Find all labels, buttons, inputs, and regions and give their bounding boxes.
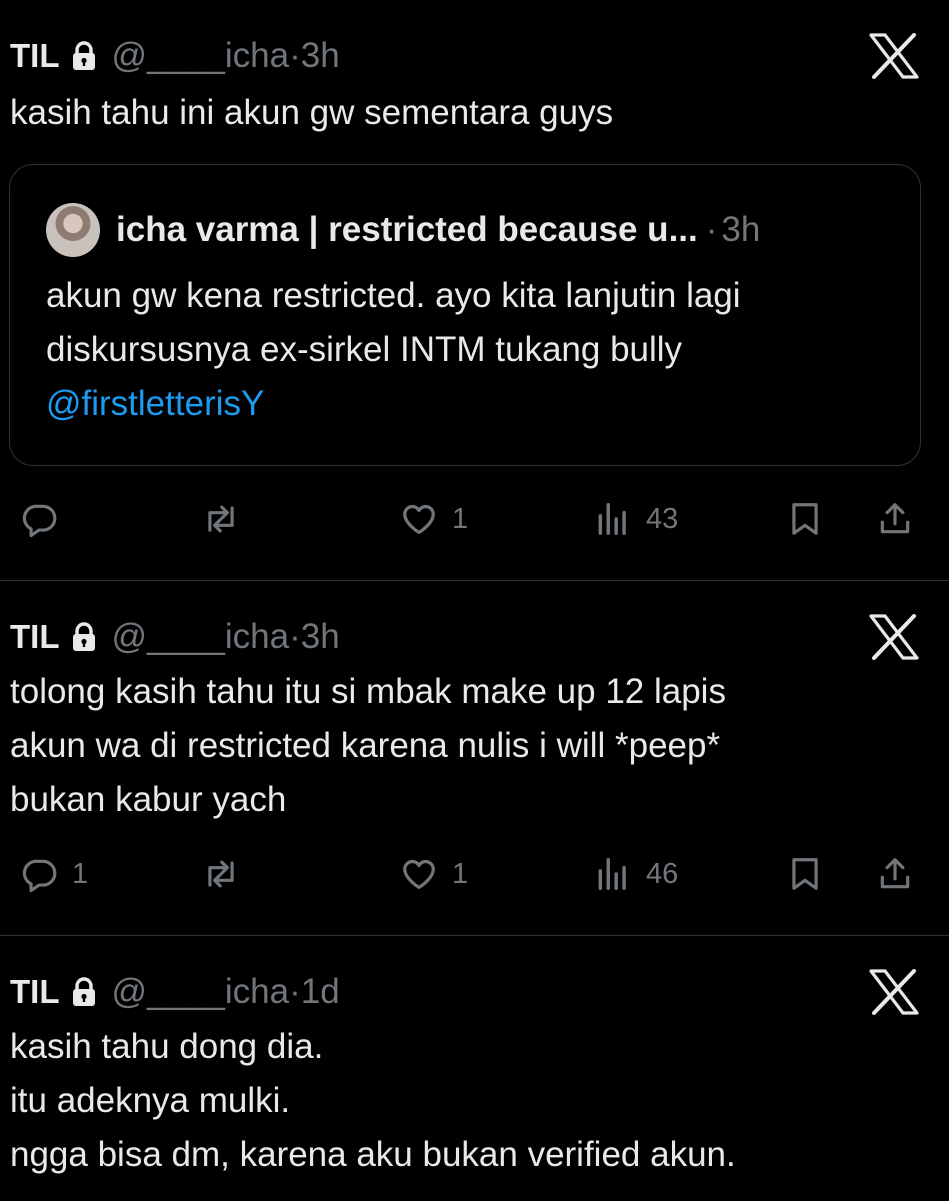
mention-link[interactable]: @firstletterisY bbox=[46, 384, 264, 423]
views-icon bbox=[598, 503, 626, 535]
repost-icon bbox=[208, 505, 234, 533]
separator-dot: · bbox=[705, 210, 718, 249]
bookmark-icon bbox=[792, 503, 818, 535]
repost-button[interactable] bbox=[202, 494, 240, 544]
action-bar: 1 43 bbox=[0, 494, 949, 544]
lock-icon bbox=[73, 41, 96, 70]
share-button[interactable] bbox=[876, 494, 914, 544]
tweet-text: kasih tahu dong dia. itu adeknya mulki. … bbox=[10, 1027, 736, 1174]
tweet[interactable]: TIL @____icha · 3h tolong kasih tahu itu… bbox=[0, 580, 949, 936]
bookmark-icon bbox=[792, 858, 818, 890]
lock-icon bbox=[73, 977, 96, 1006]
reply-button[interactable]: 1 bbox=[20, 849, 88, 899]
display-name[interactable]: TIL bbox=[10, 618, 59, 656]
view-count: 46 bbox=[646, 857, 679, 890]
bookmark-button[interactable] bbox=[786, 849, 824, 899]
x-logo-icon bbox=[869, 33, 919, 79]
timestamp[interactable]: 3h bbox=[301, 36, 340, 76]
share-icon bbox=[880, 858, 910, 889]
reply-count: 1 bbox=[72, 857, 89, 890]
timestamp[interactable]: 3h bbox=[301, 617, 340, 657]
quoted-display-name: icha varma | restricted because u... bbox=[116, 210, 698, 249]
timestamp[interactable]: 1d bbox=[301, 972, 340, 1012]
bookmark-button[interactable] bbox=[786, 494, 824, 544]
views-button[interactable]: 43 bbox=[594, 494, 678, 544]
display-name[interactable]: TIL bbox=[10, 37, 59, 75]
like-button[interactable]: 1 bbox=[400, 494, 468, 544]
like-button[interactable]: 1 bbox=[400, 849, 468, 899]
like-count: 1 bbox=[452, 502, 469, 535]
tweet-header: TIL @____icha · 1d bbox=[10, 970, 340, 1014]
share-button[interactable] bbox=[876, 849, 914, 899]
quoted-tweet[interactable]: icha varma | restricted because u... · 3… bbox=[9, 164, 921, 466]
tweet-header: TIL @____icha · 3h bbox=[10, 34, 340, 78]
view-count: 43 bbox=[646, 502, 679, 535]
quoted-timestamp: 3h bbox=[721, 210, 761, 249]
separator-dot: · bbox=[289, 36, 301, 75]
repost-button[interactable] bbox=[202, 849, 240, 899]
quoted-tweet-header: icha varma | restricted because u... · 3… bbox=[46, 203, 761, 257]
views-icon bbox=[598, 858, 626, 890]
repost-icon bbox=[208, 860, 234, 888]
user-handle[interactable]: @____icha bbox=[111, 36, 289, 76]
separator-dot: · bbox=[289, 617, 301, 656]
share-icon bbox=[880, 503, 910, 534]
views-button[interactable]: 46 bbox=[594, 849, 678, 899]
lock-icon bbox=[73, 622, 96, 651]
user-handle[interactable]: @____icha bbox=[111, 972, 289, 1012]
reply-icon bbox=[22, 504, 57, 538]
quoted-text-body: akun gw kena restricted. ayo kita lanjut… bbox=[46, 276, 741, 369]
heart-icon bbox=[403, 859, 435, 890]
action-bar: 1 1 46 bbox=[0, 849, 949, 899]
tweet-header: TIL @____icha · 3h bbox=[10, 615, 340, 659]
tweet-text: tolong kasih tahu itu si mbak make up 12… bbox=[10, 672, 726, 819]
user-handle[interactable]: @____icha bbox=[111, 617, 289, 657]
tweet[interactable]: TIL @____icha · 1d kasih tahu dong dia. … bbox=[0, 935, 949, 1201]
x-logo-icon bbox=[869, 969, 919, 1015]
tweet-text: kasih tahu ini akun gw sementara guys bbox=[10, 93, 614, 132]
reply-icon bbox=[22, 859, 57, 893]
display-name[interactable]: TIL bbox=[10, 973, 59, 1011]
quoted-tweet-text: akun gw kena restricted. ayo kita lanjut… bbox=[46, 269, 866, 431]
tweet[interactable]: TIL @____icha · 3h kasih tahu ini akun g… bbox=[0, 0, 949, 580]
heart-icon bbox=[403, 504, 435, 535]
like-count: 1 bbox=[452, 857, 469, 890]
avatar[interactable] bbox=[46, 203, 100, 257]
x-logo-icon bbox=[869, 614, 919, 660]
separator-dot: · bbox=[289, 972, 301, 1011]
reply-button[interactable] bbox=[20, 494, 72, 544]
